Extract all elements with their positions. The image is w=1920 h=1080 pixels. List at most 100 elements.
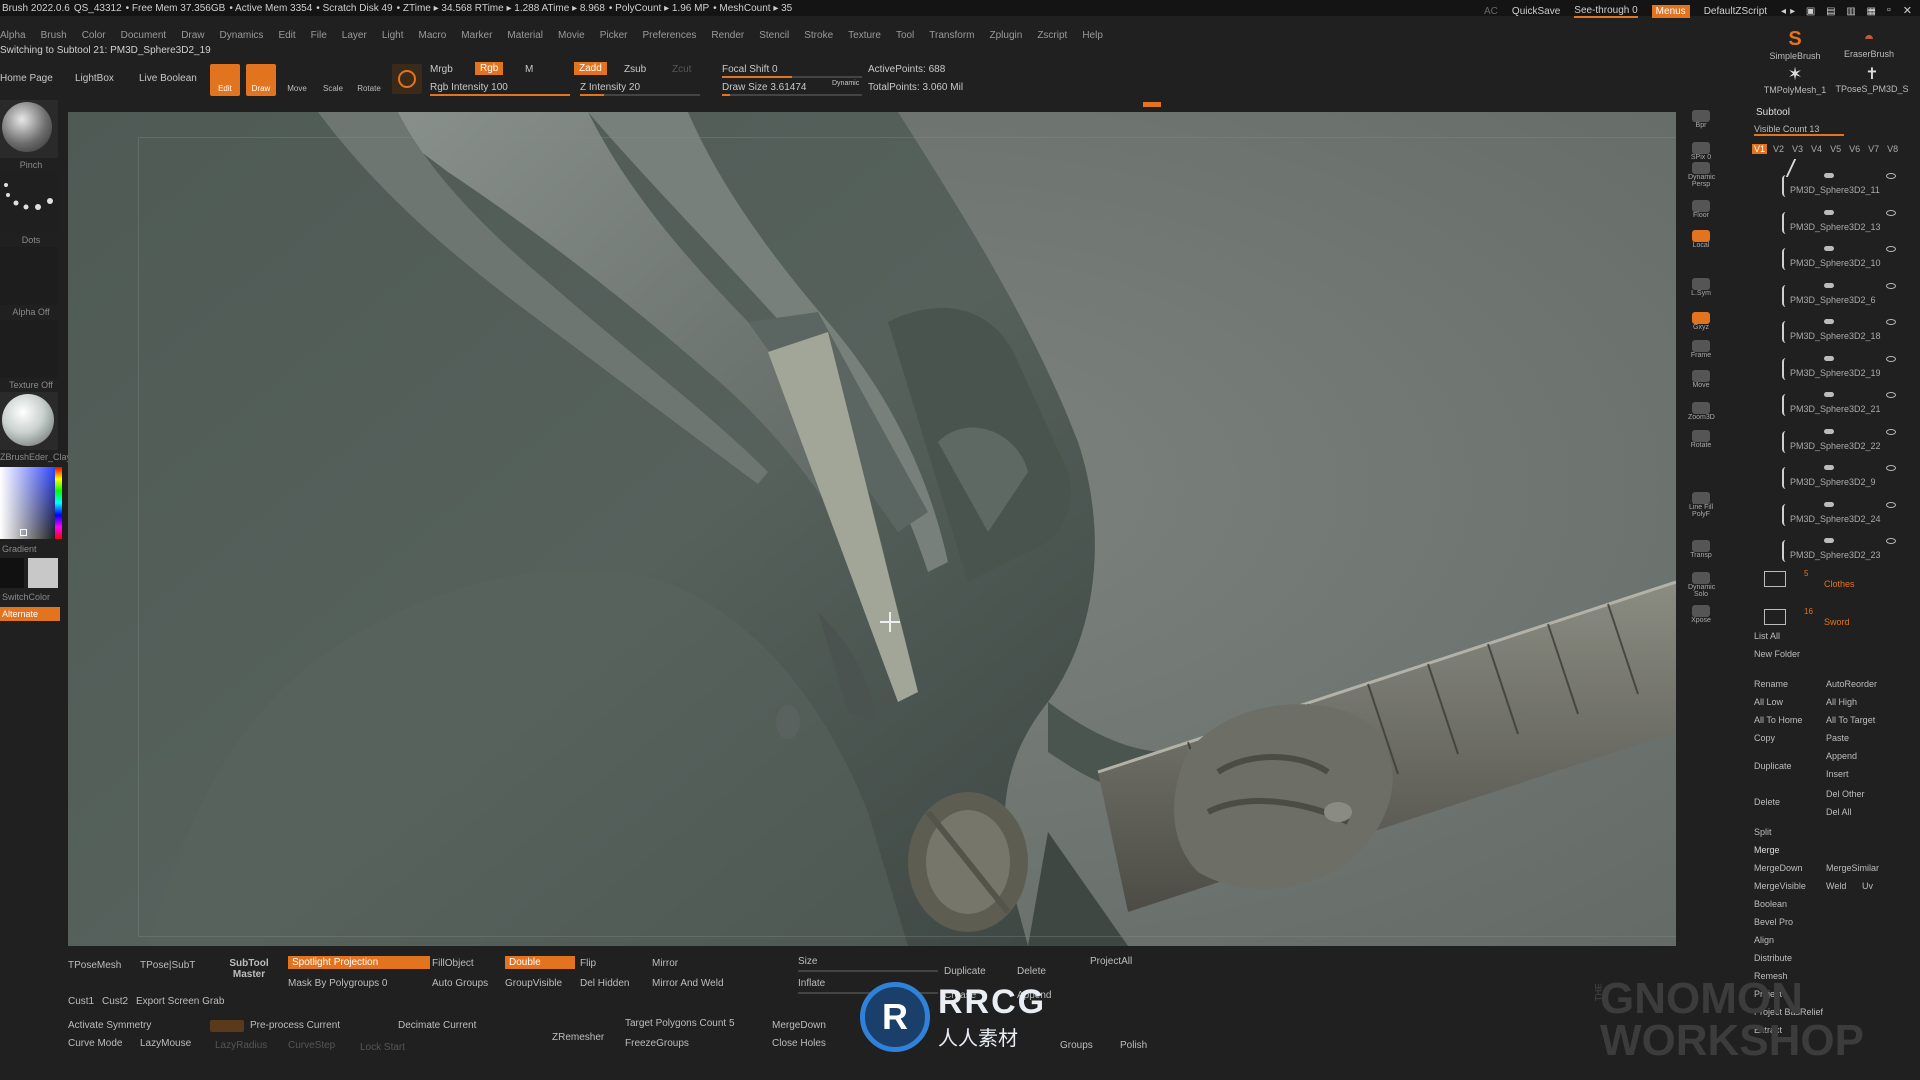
right-shelf-transp[interactable]: Transp [1688,540,1714,562]
minimize-icon[interactable]: – [1869,4,1875,17]
subtool-row[interactable]: PM3D_Sphere3D2_10 [1752,240,1904,276]
menu-preferences[interactable]: Preferences [642,30,696,41]
size-button[interactable]: Size [798,956,817,967]
right-shelf-local[interactable]: Local [1688,230,1714,252]
right-shelf-frame[interactable]: Frame [1688,340,1714,362]
decimate-button[interactable]: Decimate Current [398,1020,476,1031]
zremesher-button[interactable]: ZRemesher [552,1032,604,1043]
tray-handle[interactable] [1143,102,1161,107]
menu-edit[interactable]: Edit [278,30,295,41]
curvestep-button[interactable]: CurveStep [288,1040,335,1051]
dynamic-button[interactable]: Dynamic [832,80,859,87]
subtool-master-button[interactable]: SubTool Master [225,958,273,980]
delete-button[interactable]: Delete [1754,797,1780,807]
subtool-folder[interactable]: 5 Clothes [1764,569,1904,599]
subtool-row[interactable]: PM3D_Sphere3D2_6 [1752,277,1904,313]
subtool-eye-icon[interactable] [1886,246,1896,252]
lockstart-button[interactable]: Lock Start [360,1042,405,1053]
copy-button[interactable]: Copy [1754,733,1775,743]
curve-mode-button[interactable]: Curve Mode [68,1038,122,1049]
switch-color-button[interactable]: SwitchColor [2,592,64,602]
subtool-toggle-icon[interactable] [1824,355,1834,361]
menu-marker[interactable]: Marker [461,30,492,41]
subtool-eye-icon[interactable] [1886,392,1896,398]
align-button[interactable]: Align [1754,935,1774,945]
move-button[interactable]: Move [282,64,312,96]
tposes-thumb[interactable]: ✝ TPoseS_PM3D_S [1834,64,1910,94]
append-button[interactable]: Append [1826,751,1857,761]
rgb-intensity-track[interactable] [430,94,570,96]
insert-button[interactable]: Insert [1826,769,1849,779]
menu-stencil[interactable]: Stencil [759,30,789,41]
del-hidden-button[interactable]: Del Hidden [580,978,629,989]
simple-brush-thumb[interactable]: S SimpleBrush [1760,28,1830,61]
target-poly-button[interactable]: Target Polygons Count 5 [625,1018,735,1029]
duplicate-button[interactable]: Duplicate [944,966,986,977]
boolean-button[interactable]: Boolean [1754,899,1787,909]
menu-movie[interactable]: Movie [558,30,585,41]
color-cursor[interactable] [20,529,27,536]
home-page-button[interactable]: Home Page [0,73,53,84]
mergevisible-button[interactable]: MergeVisible [1754,881,1806,891]
rotate-button[interactable]: Rotate [354,64,384,96]
draw-size-track[interactable] [722,94,862,96]
subtool-eye-icon[interactable] [1886,282,1896,289]
subtool-title[interactable]: Subtool [1756,107,1790,118]
subtool-eye-icon[interactable] [1886,173,1896,179]
subtool-toggle-icon[interactable] [1824,209,1834,215]
menus-toggle[interactable]: Menus [1651,5,1690,18]
subtool-toggle-icon[interactable] [1824,501,1834,507]
subtool-toggle-icon[interactable] [1824,282,1834,288]
scale-button[interactable]: Scale [318,64,348,96]
alpha-slot[interactable] [0,247,58,305]
subtool-eye-icon[interactable] [1886,428,1896,435]
subtool-toggle-icon[interactable] [1824,392,1834,397]
rgb-button[interactable]: Rgb [475,62,504,75]
subtool-toggle-icon[interactable] [1824,319,1834,324]
subtool-row[interactable]: PM3D_Sphere3D2_24 [1752,496,1904,532]
bevel-pro-button[interactable]: Bevel Pro [1754,917,1793,927]
focal-shift-track[interactable] [722,76,862,78]
version-tab-v4[interactable]: V4 [1809,144,1824,154]
menu-zscript[interactable]: Zscript [1037,30,1067,41]
right-shelf-zoom3d[interactable]: Zoom3D [1688,402,1715,424]
ac-toggle[interactable]: AC [1484,6,1498,17]
right-shelf-bpr[interactable]: Bpr [1688,110,1714,132]
menu-dynamics[interactable]: Dynamics [220,30,264,41]
hue-strip[interactable] [55,467,62,539]
right-shelf-gxyz[interactable]: Gxyz [1688,312,1714,334]
duplicate-button[interactable]: Duplicate [1754,761,1792,771]
all-high-button[interactable]: All High [1826,697,1857,707]
menu-light[interactable]: Light [382,30,404,41]
menu-texture[interactable]: Texture [848,30,881,41]
default-zscript-button[interactable]: DefaultZScript [1704,6,1767,17]
menu-stroke[interactable]: Stroke [804,30,833,41]
groupvisible-button[interactable]: GroupVisible [505,978,562,989]
texture-slot[interactable] [0,320,58,378]
z-intensity-track[interactable] [580,94,700,96]
delete-button[interactable]: Delete [1017,966,1046,977]
del-other-button[interactable]: Del Other [1826,789,1865,799]
menu-render[interactable]: Render [711,30,744,41]
list-all-button[interactable]: List All [1754,631,1780,641]
alternate-button[interactable]: Alternate [0,607,60,621]
freezegroups-button[interactable]: FreezeGroups [625,1038,689,1049]
merge-button[interactable]: Merge [1754,845,1780,855]
menu-color[interactable]: Color [82,30,106,41]
lightbox-button[interactable]: LightBox [75,73,114,84]
rename-button[interactable]: Rename [1754,679,1788,689]
right-shelf-rotate[interactable]: Rotate [1688,430,1714,452]
quicksave-button[interactable]: QuickSave [1512,6,1560,17]
menu-draw[interactable]: Draw [181,30,204,41]
visible-count[interactable]: Visible Count 13 [1754,124,1844,136]
rgb-intensity-slider[interactable]: Rgb Intensity 100 [430,82,508,93]
right-shelf-xpose[interactable]: Xpose [1688,605,1714,627]
distribute-button[interactable]: Distribute [1754,953,1792,963]
zcut-button[interactable]: Zcut [672,64,691,75]
right-shelf-floor[interactable]: Floor [1688,200,1714,222]
subtool-eye-icon[interactable] [1886,319,1896,325]
see-through-slider[interactable]: See-through 0 [1574,5,1638,18]
lazyradius-button[interactable]: LazyRadius [215,1040,267,1051]
draw-size-slider[interactable]: Draw Size 3.61474 [722,82,807,93]
cust1-button[interactable]: Cust1 [68,996,94,1007]
